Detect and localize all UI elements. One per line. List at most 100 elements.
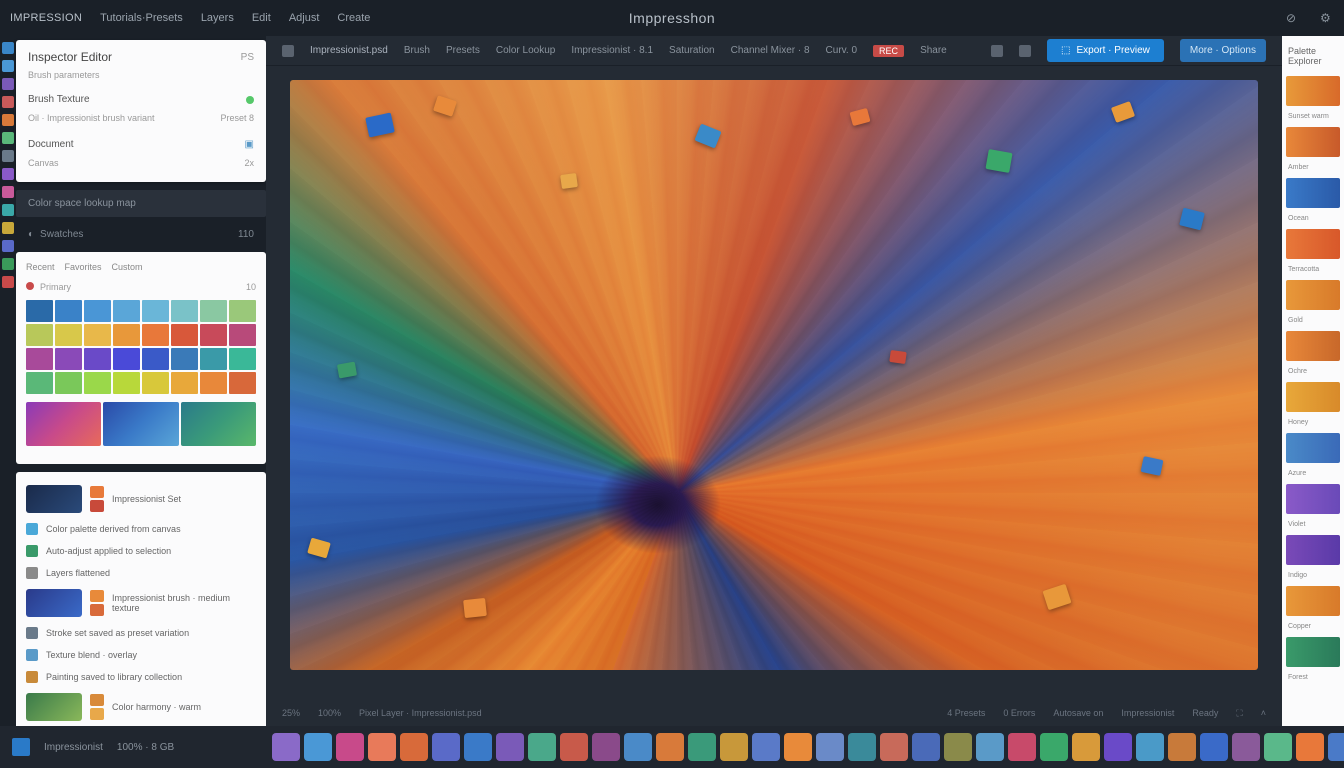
app-icon-14[interactable] xyxy=(2,276,14,288)
palette-thumb-10[interactable] xyxy=(1286,586,1340,616)
grid-icon[interactable] xyxy=(991,45,1003,57)
swatch-tab-recent[interactable]: Recent xyxy=(26,262,55,272)
menu-create[interactable]: Create xyxy=(337,12,370,24)
app-icon-12[interactable] xyxy=(2,240,14,252)
taskbar-app-4[interactable] xyxy=(400,733,428,761)
start-button[interactable] xyxy=(12,738,30,756)
swatch-3[interactable] xyxy=(113,300,140,322)
taskbar-app-10[interactable] xyxy=(592,733,620,761)
swatch-10[interactable] xyxy=(84,324,111,346)
swatch-15[interactable] xyxy=(229,324,256,346)
app-icon-7[interactable] xyxy=(2,150,14,162)
taskbar-app-12[interactable] xyxy=(656,733,684,761)
taskbar-app-9[interactable] xyxy=(560,733,588,761)
gradient-1[interactable] xyxy=(103,402,178,446)
palette-thumb-8[interactable] xyxy=(1286,484,1340,514)
app-icon-2[interactable] xyxy=(2,60,14,72)
taskbar-app-6[interactable] xyxy=(464,733,492,761)
taskbar-app-31[interactable] xyxy=(1264,733,1292,761)
layers-icon[interactable]: ▣ xyxy=(245,139,254,150)
ts-colorlookup[interactable]: Color Lookup xyxy=(496,45,555,56)
palette-thumb-3[interactable] xyxy=(1286,229,1340,259)
zoom-level[interactable]: 25% xyxy=(282,708,300,718)
export-button[interactable]: ⬚ Export · Preview xyxy=(1047,39,1164,62)
taskbar-app-21[interactable] xyxy=(944,733,972,761)
palette-thumb-0[interactable] xyxy=(1286,76,1340,106)
swatch-31[interactable] xyxy=(229,372,256,394)
taskbar-app-3[interactable] xyxy=(368,733,396,761)
preset-row-4[interactable]: Impressionist brush · medium texture xyxy=(24,584,258,622)
expand-icon[interactable]: ⛶ xyxy=(1236,708,1242,719)
swatch-2[interactable] xyxy=(84,300,111,322)
app-icon-10[interactable] xyxy=(2,204,14,216)
view-icon[interactable] xyxy=(1019,45,1031,57)
taskbar-app-20[interactable] xyxy=(912,733,940,761)
gradient-0[interactable] xyxy=(26,402,101,446)
ts-presets[interactable]: Presets xyxy=(446,45,480,56)
taskbar-app-23[interactable] xyxy=(1008,733,1036,761)
taskbar-app-0[interactable] xyxy=(272,733,300,761)
swatch-17[interactable] xyxy=(55,348,82,370)
swatch-0[interactable] xyxy=(26,300,53,322)
taskbar-app-29[interactable] xyxy=(1200,733,1228,761)
preset-row-3[interactable]: Layers flattened xyxy=(24,562,258,584)
swatch-22[interactable] xyxy=(200,348,227,370)
swatch-5[interactable] xyxy=(171,300,198,322)
app-icon-13[interactable] xyxy=(2,258,14,270)
lookup-strip[interactable]: Color space lookup map xyxy=(16,190,266,217)
swatch-12[interactable] xyxy=(142,324,169,346)
app-icon-3[interactable] xyxy=(2,78,14,90)
menu-adjust[interactable]: Adjust xyxy=(289,12,320,24)
taskbar-app-32[interactable] xyxy=(1296,733,1324,761)
ts-saturation[interactable]: Saturation xyxy=(669,45,715,56)
app-icon-9[interactable] xyxy=(2,186,14,198)
palette-thumb-11[interactable] xyxy=(1286,637,1340,667)
swatch-1[interactable] xyxy=(55,300,82,322)
taskbar-app-2[interactable] xyxy=(336,733,364,761)
taskbar-app-5[interactable] xyxy=(432,733,460,761)
preset-row-7[interactable]: Painting saved to library collection xyxy=(24,666,258,688)
swatch-4[interactable] xyxy=(142,300,169,322)
taskbar-app-30[interactable] xyxy=(1232,733,1260,761)
taskbar-app-33[interactable] xyxy=(1328,733,1344,761)
taskbar-app-8[interactable] xyxy=(528,733,556,761)
app-icon-8[interactable] xyxy=(2,168,14,180)
swatch-28[interactable] xyxy=(142,372,169,394)
taskbar-app-17[interactable] xyxy=(816,733,844,761)
taskbar-app-16[interactable] xyxy=(784,733,812,761)
preset-row-6[interactable]: Texture blend · overlay xyxy=(24,644,258,666)
swatch-tab-custom[interactable]: Custom xyxy=(112,262,143,272)
taskbar-app-25[interactable] xyxy=(1072,733,1100,761)
swatch-8[interactable] xyxy=(26,324,53,346)
taskbar-app-22[interactable] xyxy=(976,733,1004,761)
swatch-16[interactable] xyxy=(26,348,53,370)
gradient-2[interactable] xyxy=(181,402,256,446)
palette-thumb-9[interactable] xyxy=(1286,535,1340,565)
main-canvas[interactable] xyxy=(290,80,1258,670)
refresh-icon[interactable] xyxy=(282,45,294,57)
ts-curves[interactable]: Curv. 0 xyxy=(826,45,858,56)
swatch-6[interactable] xyxy=(200,300,227,322)
swatch-21[interactable] xyxy=(171,348,198,370)
swatch-24[interactable] xyxy=(26,372,53,394)
taskbar-app-26[interactable] xyxy=(1104,733,1132,761)
taskbar-app-28[interactable] xyxy=(1168,733,1196,761)
taskbar-app-15[interactable] xyxy=(752,733,780,761)
taskbar-app-19[interactable] xyxy=(880,733,908,761)
share-link[interactable]: Share xyxy=(920,45,947,56)
swatch-18[interactable] xyxy=(84,348,111,370)
preset-row-5[interactable]: Stroke set saved as preset variation xyxy=(24,622,258,644)
preset-row-8[interactable]: Color harmony · warm xyxy=(24,688,258,726)
menu-edit[interactable]: Edit xyxy=(252,12,271,24)
app-icon-4[interactable] xyxy=(2,96,14,108)
chevron-up-icon[interactable]: ˄ xyxy=(1261,708,1266,718)
help-icon[interactable]: ⊘ xyxy=(1286,11,1300,25)
swatch-tab-favorites[interactable]: Favorites xyxy=(65,262,102,272)
swatch-29[interactable] xyxy=(171,372,198,394)
ts-channel[interactable]: Channel Mixer · 8 xyxy=(731,45,810,56)
menu-layers[interactable]: Layers xyxy=(201,12,234,24)
more-button[interactable]: More · Options xyxy=(1180,39,1266,62)
ts-brush[interactable]: Brush xyxy=(404,45,430,56)
swatch-26[interactable] xyxy=(84,372,111,394)
palette-thumb-2[interactable] xyxy=(1286,178,1340,208)
